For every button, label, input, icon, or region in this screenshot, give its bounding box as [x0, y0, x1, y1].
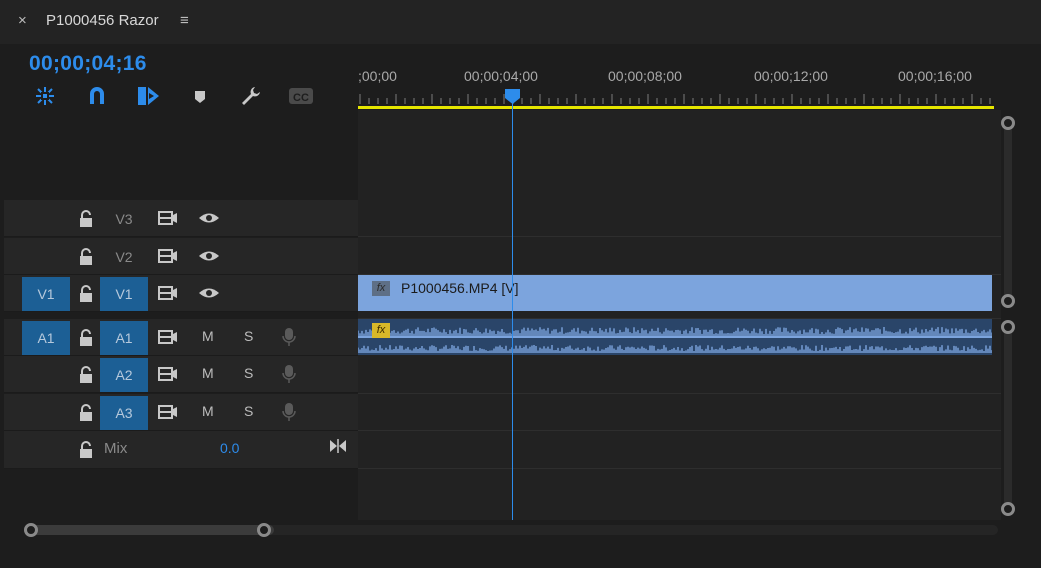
timeline-tracks-area[interactable]: fx P1000456.MP4 [V] fx [358, 110, 1001, 520]
ruler-ticks [359, 94, 991, 104]
sequence-title[interactable]: P1000456 Razor [46, 12, 159, 29]
track-lane-v2[interactable] [358, 238, 1001, 275]
mix-volume-value[interactable]: 0.0 [220, 440, 239, 456]
clip-name: P1000456.MP4 [V] [401, 280, 519, 296]
solo-button[interactable]: S [244, 365, 253, 381]
track-header-a1: A1 A1 M S [4, 319, 358, 356]
audio-waveform [358, 327, 992, 353]
track-lane-mix[interactable] [358, 431, 1001, 469]
track-target-label[interactable]: V2 [100, 240, 148, 274]
playhead-handle-icon[interactable] [504, 88, 521, 105]
audio-scroll-track[interactable] [1004, 326, 1012, 510]
track-header-v1: V1 V1 [4, 275, 358, 312]
microphone-icon[interactable] [282, 327, 296, 347]
sequence-panel-header: × P1000456 Razor ≡ [0, 0, 1041, 44]
scroll-knob[interactable] [1001, 116, 1015, 130]
track-target-label[interactable]: V1 [100, 277, 148, 311]
mute-button[interactable]: M [202, 328, 214, 344]
track-target-label[interactable]: A2 [100, 358, 148, 392]
sync-lock-icon[interactable] [158, 248, 178, 264]
source-patch-a1[interactable]: A1 [22, 321, 70, 355]
snap-magnet-icon[interactable] [84, 84, 110, 108]
eye-icon[interactable] [198, 249, 220, 263]
ruler-label: 00;00;08;00 [608, 68, 682, 84]
lock-icon[interactable] [78, 366, 94, 384]
lock-icon[interactable] [78, 441, 94, 459]
video-clip[interactable]: fx P1000456.MP4 [V] [358, 275, 992, 311]
horizontal-zoom-scrollbar[interactable] [20, 521, 998, 539]
add-marker-icon[interactable] [187, 84, 213, 108]
playhead-timecode[interactable]: 00;00;04;16 [29, 52, 147, 76]
solo-button[interactable]: S [244, 328, 253, 344]
track-header-a3: A3 M S [4, 394, 358, 431]
fx-badge[interactable]: fx [372, 323, 390, 338]
time-ruler[interactable]: ;00;00 00;00;04;00 00;00;08;00 00;00;12;… [358, 62, 998, 110]
microphone-icon[interactable] [282, 402, 296, 422]
scroll-knob[interactable] [1001, 502, 1015, 516]
lock-icon[interactable] [78, 329, 94, 347]
video-scroll-track[interactable] [1004, 118, 1012, 302]
insert-sequence-nest-icon[interactable] [32, 84, 58, 108]
ruler-label: ;00;00 [358, 68, 397, 84]
track-target-label[interactable]: V3 [100, 202, 148, 236]
track-header-v3: V3 [4, 200, 358, 237]
audio-clip[interactable]: fx [358, 319, 992, 355]
ruler-label: 00;00;16;00 [898, 68, 972, 84]
sync-lock-icon[interactable] [158, 404, 178, 420]
track-lane-a2[interactable] [358, 356, 1001, 394]
work-area-bar[interactable] [358, 106, 994, 109]
close-sequence-button[interactable]: × [18, 12, 27, 29]
linked-selection-icon[interactable] [135, 84, 161, 108]
timeline-settings-wrench-icon[interactable] [238, 84, 264, 108]
zoom-scroll-thumb[interactable] [30, 525, 274, 535]
sync-lock-icon[interactable] [158, 285, 178, 301]
track-header-a2: A2 M S [4, 356, 358, 393]
zoom-handle-right[interactable] [257, 523, 271, 537]
lock-icon[interactable] [78, 404, 94, 422]
captions-cc-icon[interactable]: CC [288, 84, 314, 108]
track-lane-v3[interactable] [358, 200, 1001, 237]
mute-button[interactable]: M [202, 365, 214, 381]
lock-icon[interactable] [78, 285, 94, 303]
ruler-label: 00;00;04;00 [464, 68, 538, 84]
scroll-knob[interactable] [1001, 294, 1015, 308]
track-header-v2: V2 [4, 238, 358, 275]
lock-icon[interactable] [78, 210, 94, 228]
eye-icon[interactable] [198, 286, 220, 300]
playhead-line[interactable] [512, 98, 513, 520]
panel-menu-icon[interactable]: ≡ [180, 12, 189, 29]
mix-label: Mix [104, 440, 128, 457]
scroll-knob[interactable] [1001, 320, 1015, 334]
track-lane-a3[interactable] [358, 394, 1001, 431]
track-header-mix: Mix 0.0 [4, 431, 358, 469]
lock-icon[interactable] [78, 248, 94, 266]
sync-lock-icon[interactable] [158, 366, 178, 382]
source-patch-v1[interactable]: V1 [22, 277, 70, 311]
microphone-icon[interactable] [282, 364, 296, 384]
fx-badge[interactable]: fx [372, 281, 390, 296]
zoom-handle-left[interactable] [24, 523, 38, 537]
mute-button[interactable]: M [202, 403, 214, 419]
track-target-label[interactable]: A1 [100, 321, 148, 355]
cc-label: CC [293, 92, 309, 104]
track-headers: V3 V2 V1 V1 A1 A1 M S A2 M S A3 M S Mix … [4, 110, 358, 520]
sync-lock-icon[interactable] [158, 329, 178, 345]
ruler-label: 00;00;12;00 [754, 68, 828, 84]
go-to-end-icon[interactable] [328, 437, 348, 455]
sync-lock-icon[interactable] [158, 210, 178, 226]
eye-icon[interactable] [198, 211, 220, 225]
solo-button[interactable]: S [244, 403, 253, 419]
vertical-scrollbar[interactable] [1001, 110, 1015, 520]
track-target-label[interactable]: A3 [100, 396, 148, 430]
